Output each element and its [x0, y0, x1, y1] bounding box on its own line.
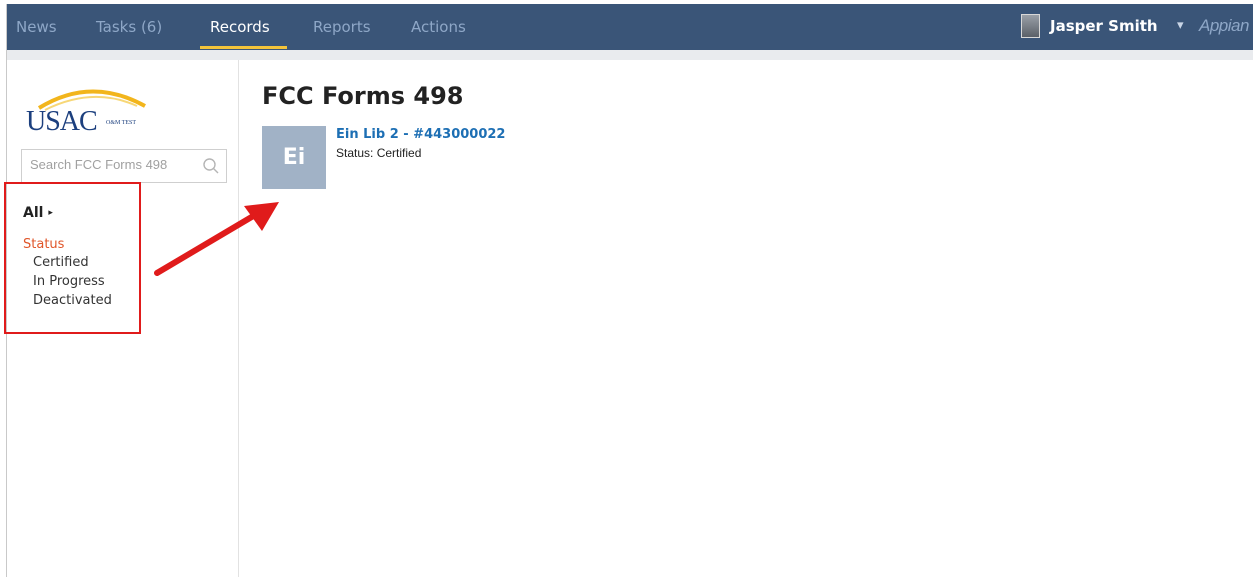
- tab-actions[interactable]: Actions: [411, 18, 466, 36]
- search-field[interactable]: [21, 149, 227, 183]
- record-thumbnail[interactable]: Ei: [262, 126, 326, 189]
- chevron-down-icon[interactable]: ▾: [1177, 17, 1184, 33]
- annotation-highlight-box: [4, 182, 141, 334]
- top-navigation-bar: News Tasks (6) Records Reports Actions J…: [7, 4, 1253, 50]
- avatar[interactable]: [1021, 14, 1040, 38]
- active-tab-indicator: [200, 46, 287, 49]
- tab-records[interactable]: Records: [210, 18, 270, 36]
- content-top-strip: [7, 50, 1253, 60]
- tab-tasks[interactable]: Tasks (6): [96, 18, 162, 36]
- appian-logo: Appian: [1199, 16, 1249, 35]
- search-input[interactable]: [30, 157, 190, 172]
- tab-news[interactable]: News: [16, 18, 57, 36]
- page-title: FCC Forms 498: [262, 82, 464, 110]
- app-frame: News Tasks (6) Records Reports Actions J…: [6, 4, 1253, 577]
- logo-subtext: O&M TEST: [106, 120, 137, 126]
- usac-logo: USAC O&M TEST: [21, 82, 161, 142]
- record-link[interactable]: Ein Lib 2 - #443000022: [336, 127, 505, 142]
- main-content: FCC Forms 498 Ei Ein Lib 2 - #443000022 …: [239, 60, 1253, 577]
- user-menu[interactable]: Jasper Smith: [1050, 17, 1158, 35]
- logo-text: USAC: [26, 106, 98, 137]
- record-status: Status: Certified: [336, 146, 422, 160]
- tab-reports[interactable]: Reports: [313, 18, 371, 36]
- search-icon[interactable]: [202, 157, 220, 175]
